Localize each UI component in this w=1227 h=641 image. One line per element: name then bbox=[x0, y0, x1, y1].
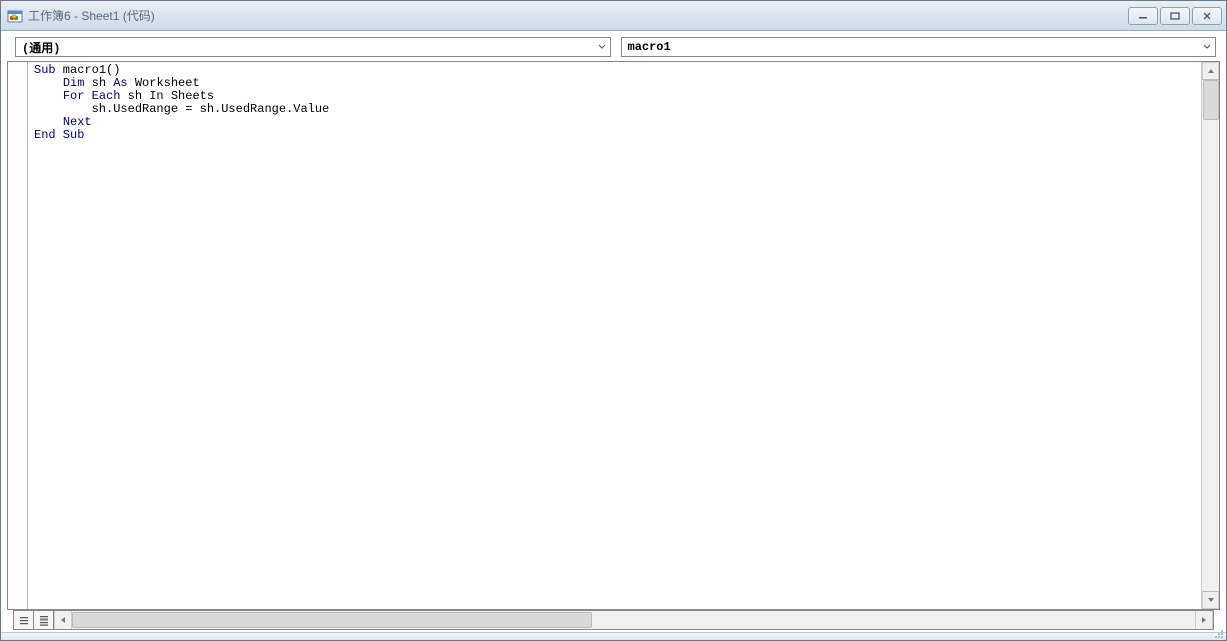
procedure-dropdown[interactable]: macro1 bbox=[621, 37, 1217, 57]
code-window: 工作簿6 - Sheet1 (代码) (通用) macro1 bbox=[0, 0, 1227, 641]
scroll-down-button[interactable] bbox=[1202, 591, 1219, 609]
module-icon bbox=[7, 8, 23, 24]
full-module-view-button[interactable] bbox=[34, 611, 54, 629]
bottom-bar bbox=[13, 610, 1214, 630]
status-strip bbox=[1, 632, 1226, 640]
editor: Sub macro1() Dim sh As Worksheet For Eac… bbox=[7, 61, 1220, 632]
object-dropdown[interactable]: (通用) bbox=[15, 37, 611, 57]
window-title: 工作簿6 - Sheet1 (代码) bbox=[28, 7, 155, 24]
margin-indicator-bar[interactable] bbox=[8, 62, 28, 609]
view-buttons bbox=[14, 611, 54, 629]
hscroll-track[interactable] bbox=[72, 611, 1195, 629]
procedure-view-button[interactable] bbox=[14, 611, 34, 629]
chevron-down-icon bbox=[1199, 38, 1215, 56]
hscroll-thumb[interactable] bbox=[72, 612, 592, 628]
scroll-left-button[interactable] bbox=[54, 611, 72, 629]
vertical-scrollbar[interactable] bbox=[1201, 62, 1219, 609]
editor-inner: Sub macro1() Dim sh As Worksheet For Eac… bbox=[7, 62, 1220, 610]
resize-grip[interactable] bbox=[1212, 626, 1224, 638]
window-controls bbox=[1128, 7, 1222, 25]
object-dropdown-text: (通用) bbox=[16, 39, 66, 56]
titlebar[interactable]: 工作簿6 - Sheet1 (代码) bbox=[1, 1, 1226, 31]
chevron-down-icon bbox=[594, 38, 610, 56]
scroll-thumb[interactable] bbox=[1203, 80, 1219, 120]
maximize-button[interactable] bbox=[1160, 7, 1190, 25]
minimize-button[interactable] bbox=[1128, 7, 1158, 25]
close-button[interactable] bbox=[1192, 7, 1222, 25]
scroll-right-button[interactable] bbox=[1195, 611, 1213, 629]
procedure-dropdown-text: macro1 bbox=[622, 40, 677, 54]
horizontal-scrollbar[interactable] bbox=[54, 611, 1213, 629]
dropdown-row: (通用) macro1 bbox=[1, 31, 1226, 61]
scroll-track[interactable] bbox=[1202, 120, 1219, 591]
code-area[interactable]: Sub macro1() Dim sh As Worksheet For Eac… bbox=[28, 62, 1201, 609]
scroll-up-button[interactable] bbox=[1202, 62, 1219, 80]
